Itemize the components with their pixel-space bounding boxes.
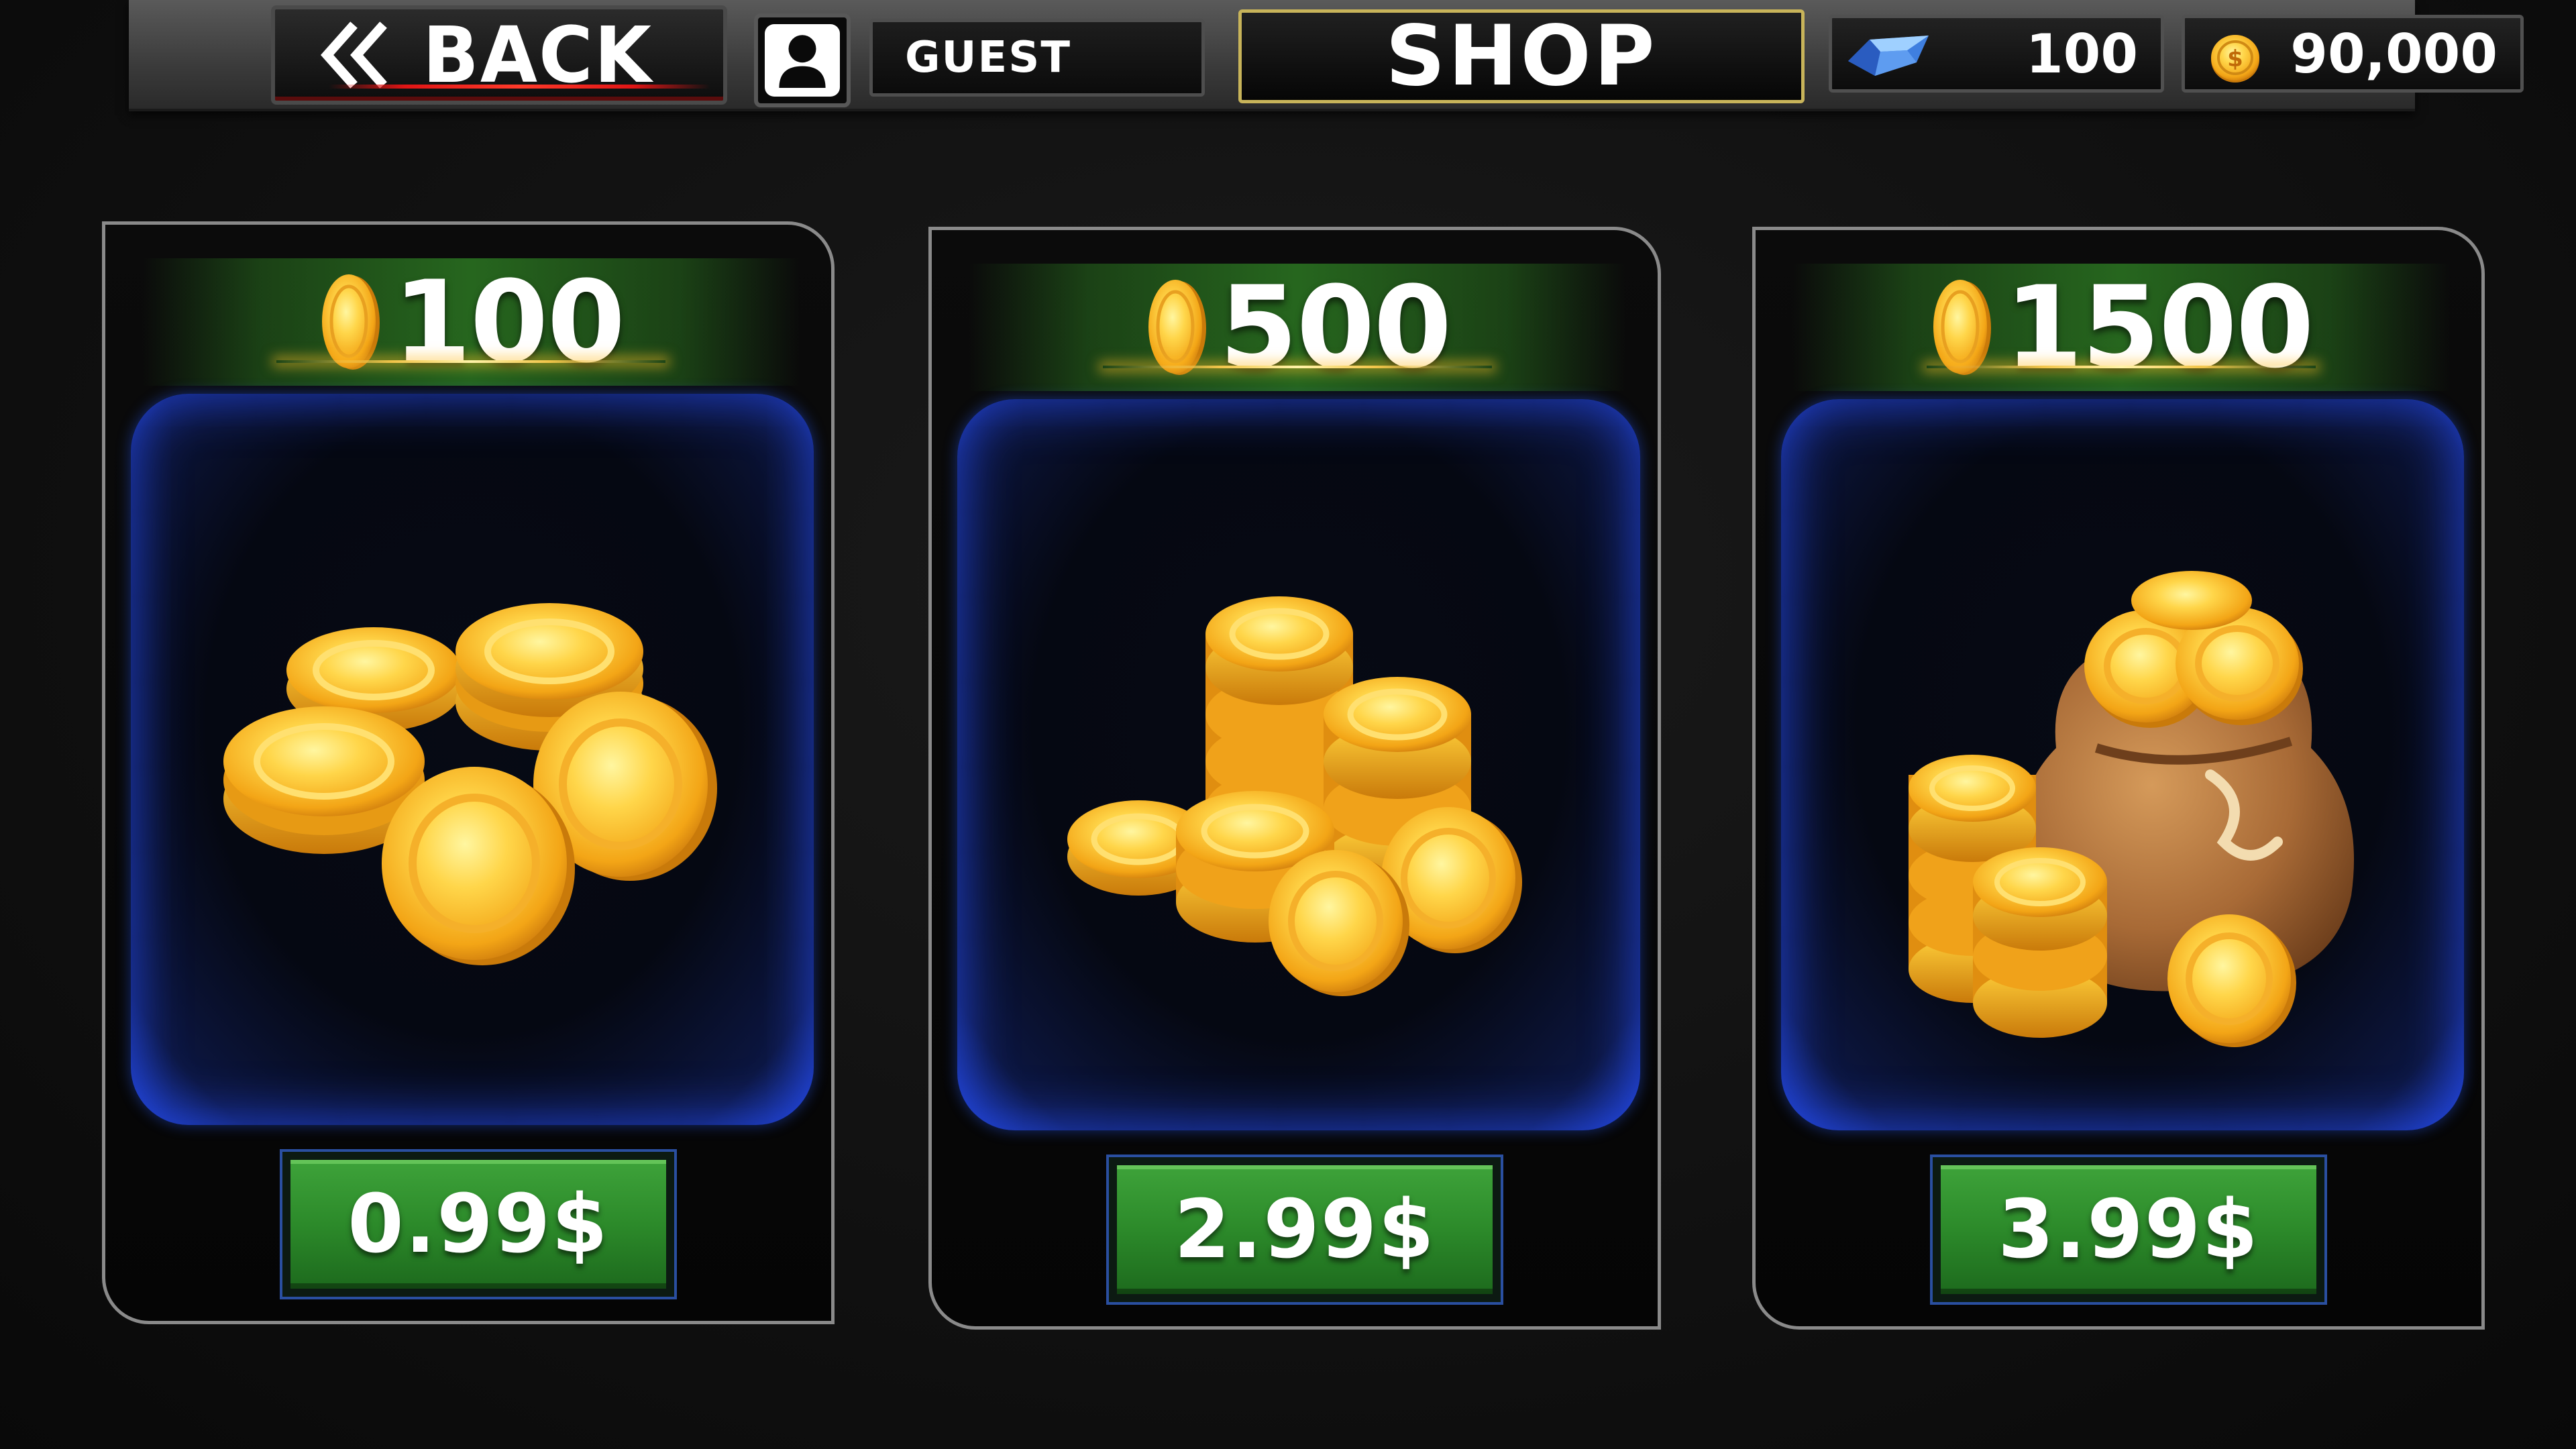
double-chevron-left-icon bbox=[321, 21, 387, 89]
back-label: BACK bbox=[423, 9, 653, 101]
offer-amount-banner: 1500 bbox=[1792, 262, 2450, 393]
avatar-button[interactable] bbox=[754, 13, 851, 107]
offer-amount: 1500 bbox=[2004, 262, 2314, 393]
coin-icon bbox=[1148, 280, 1206, 375]
offer-art-panel bbox=[131, 394, 814, 1125]
divider bbox=[1927, 366, 2316, 368]
coin-balance[interactable]: $ 90,000 bbox=[2182, 15, 2524, 93]
back-button[interactable]: BACK bbox=[271, 5, 727, 105]
user-icon bbox=[765, 24, 840, 97]
user-name-field: GUEST bbox=[869, 19, 1205, 97]
page-title: SHOP bbox=[1385, 8, 1658, 105]
price-label: 0.99$ bbox=[347, 1177, 609, 1271]
gem-balance[interactable]: 100 bbox=[1829, 15, 2164, 93]
offer-card-2[interactable]: 500 2.99$ bbox=[928, 227, 1661, 1330]
coin-pile bbox=[223, 603, 717, 965]
top-bar: BACK GUEST SHOP 100 $ 90,000 bbox=[129, 0, 2524, 111]
buy-button-2[interactable]: 2.99$ bbox=[1106, 1155, 1503, 1305]
divider bbox=[276, 360, 665, 363]
offer-art-panel bbox=[1781, 399, 2464, 1130]
buy-button-1[interactable]: 0.99$ bbox=[280, 1149, 677, 1299]
coin-stacks bbox=[1067, 596, 1522, 996]
coin-count: 90,000 bbox=[2290, 22, 2498, 85]
buy-button-3[interactable]: 3.99$ bbox=[1930, 1155, 2327, 1305]
offer-art-panel bbox=[957, 399, 1640, 1130]
coin-pile-icon bbox=[223, 603, 717, 965]
svg-text:$: $ bbox=[2227, 46, 2243, 72]
divider bbox=[1103, 366, 1492, 368]
coin-stacks-icon bbox=[1067, 596, 1522, 996]
coin-icon bbox=[1933, 280, 1992, 375]
coin-icon bbox=[321, 274, 380, 370]
price-label: 3.99$ bbox=[1998, 1183, 2259, 1277]
gem-count: 100 bbox=[2026, 22, 2138, 85]
coin-sack-icon bbox=[1909, 571, 2354, 1047]
offer-amount: 100 bbox=[392, 256, 626, 388]
gem-icon bbox=[1848, 36, 1929, 76]
offer-amount: 500 bbox=[1219, 262, 1452, 393]
shop-title-box: SHOP bbox=[1238, 8, 1805, 105]
coin-icon: $ bbox=[2211, 35, 2259, 83]
user-name: GUEST bbox=[905, 33, 1071, 83]
offer-amount-banner: 100 bbox=[142, 256, 800, 388]
offer-card-3[interactable]: 1500 3.99$ bbox=[1752, 227, 2485, 1330]
coin-sack bbox=[1909, 571, 2354, 1047]
offer-amount-banner: 500 bbox=[969, 262, 1626, 393]
price-label: 2.99$ bbox=[1174, 1183, 1436, 1277]
offer-card-1[interactable]: 100 0.99$ bbox=[102, 221, 835, 1324]
